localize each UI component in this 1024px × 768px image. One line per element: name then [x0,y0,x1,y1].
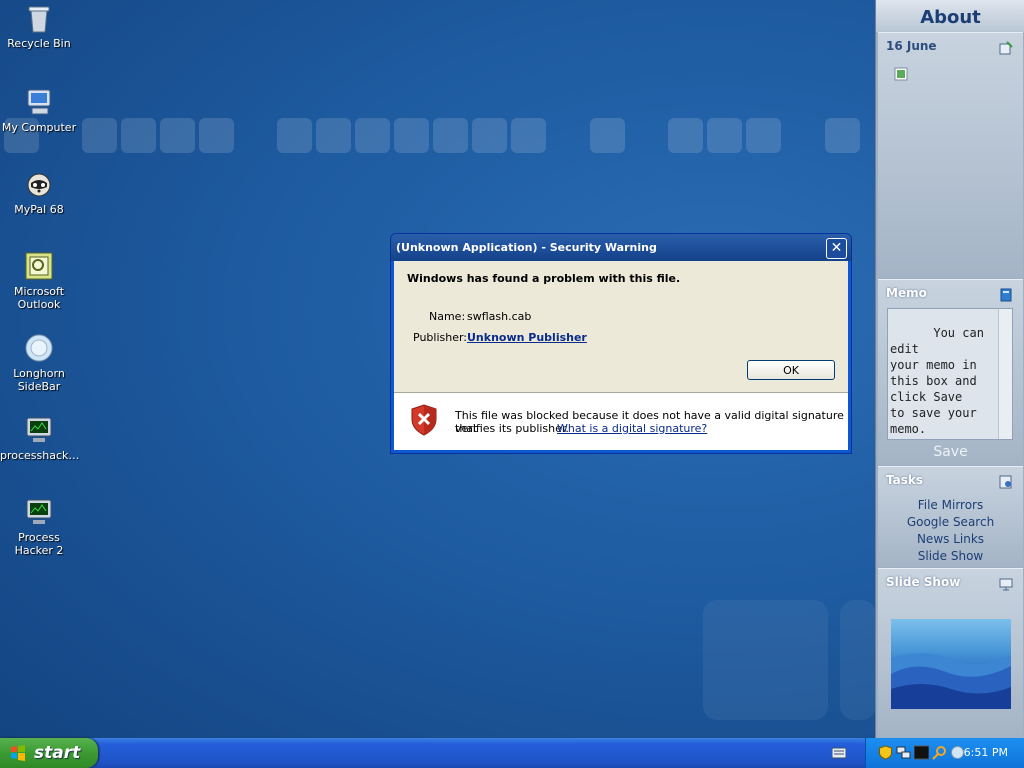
desktop-icon-label: Process Hacker 2 [14,531,64,557]
digital-signature-help-link[interactable]: What is a digital signature? [557,422,707,435]
calendar-settings-icon[interactable] [999,41,1013,55]
raccoon-icon [23,168,55,200]
desktop-icon-label: Microsoft Outlook [13,285,65,311]
slideshow-title: Slide Show [886,575,961,589]
desktop-decoration [0,116,876,156]
calendar-tile: 16 June [878,32,1023,278]
memo-save-button[interactable]: Save [878,444,1023,460]
start-button[interactable]: start [0,738,98,768]
desktop-icon-processhacker-shortcut[interactable]: processhack… [0,414,80,462]
dialog-title: (Unknown Application) - Security Warning [396,241,657,254]
memo-textarea[interactable]: You can edit your memo in this box and c… [887,308,1013,440]
windows-logo-icon [11,745,25,761]
desktop-icon-label: My Computer [1,121,77,134]
tasks-icon[interactable] [999,475,1013,489]
memo-title: Memo [886,286,927,300]
sidebar-title[interactable]: About [876,0,1024,32]
taskbar: start 6:51 PM [0,738,1024,768]
desktop-icon-recycle-bin[interactable]: Recycle Bin [0,2,78,50]
search-icon[interactable] [932,745,947,760]
longhorn-sidebar: About 16 June Memo You can edit your mem… [875,0,1024,738]
dialog-body: Windows has found a problem with this fi… [394,261,848,450]
monitor-icon [23,414,55,446]
keyboard-icon[interactable] [832,747,846,759]
recycle-bin-icon [23,2,55,34]
console-icon[interactable] [914,745,929,760]
dialog-titlebar[interactable]: (Unknown Application) - Security Warning… [391,234,851,261]
memo-icon[interactable] [999,288,1013,302]
ok-button[interactable]: OK [747,360,835,380]
tasks-title: Tasks [886,473,924,487]
sidebar-icon [23,332,55,364]
memo-tile: Memo You can edit your memo in this box … [878,279,1023,465]
close-icon: ✕ [830,240,843,256]
publisher-label: Publisher: [413,331,468,344]
desktop-icon-process-hacker-2[interactable]: Process Hacker 2 [0,496,78,557]
desktop-icon-label: processhack… [0,449,80,462]
outlook-icon [23,250,55,282]
desktop-decoration-block [840,600,876,720]
tasks-tile: Tasks File Mirrors Google Search News Li… [878,466,1023,567]
clock[interactable]: 6:51 PM [964,746,1008,759]
desktop-icon-my-computer[interactable]: My Computer [0,86,78,134]
desktop-icon-label: MyPal 68 [14,203,64,216]
task-link-news-links[interactable]: News Links [878,531,1023,548]
dialog-headline: Windows has found a problem with this fi… [407,272,681,285]
slideshow-icon[interactable] [999,577,1013,591]
desktop-icon-label: Longhorn SideBar [13,367,65,393]
tasks-list: File Mirrors Google Search News Links Sl… [878,497,1023,565]
memo-scrollbar[interactable] [998,309,1012,439]
dialog-warning-area: This file was blocked because it does no… [394,394,848,450]
security-warning-dialog: (Unknown Application) - Security Warning… [390,233,852,454]
close-button[interactable]: ✕ [826,238,847,259]
desktop-decoration-block [703,600,828,720]
computer-icon [23,86,55,118]
slideshow-image[interactable] [891,619,1011,709]
task-link-google-search[interactable]: Google Search [878,514,1023,531]
start-label: start [34,743,81,763]
security-shield-icon[interactable] [878,745,893,760]
task-link-slide-show[interactable]: Slide Show [878,548,1023,565]
name-label: Name: [429,310,466,323]
task-link-file-mirrors[interactable]: File Mirrors [878,497,1023,514]
desktop-icon-label: Recycle Bin [7,37,71,50]
warning-text-line2: verifies its publisher. [455,422,569,435]
monitor-icon [23,496,55,528]
desktop-icon-outlook[interactable]: Microsoft Outlook [0,250,78,311]
desktop-icon-longhorn-sidebar[interactable]: Longhorn SideBar [0,332,78,393]
image-placeholder-icon [894,67,908,81]
slideshow-tile: Slide Show [878,568,1023,737]
file-name-value: swflash.cab [467,310,532,323]
desktop-icon-mypal[interactable]: MyPal 68 [0,168,78,216]
publisher-link[interactable]: Unknown Publisher [467,331,587,344]
shield-error-icon [411,404,437,436]
network-icon[interactable] [896,745,911,760]
calendar-date: 16 June [886,39,937,53]
system-tray: 6:51 PM [865,738,1024,768]
